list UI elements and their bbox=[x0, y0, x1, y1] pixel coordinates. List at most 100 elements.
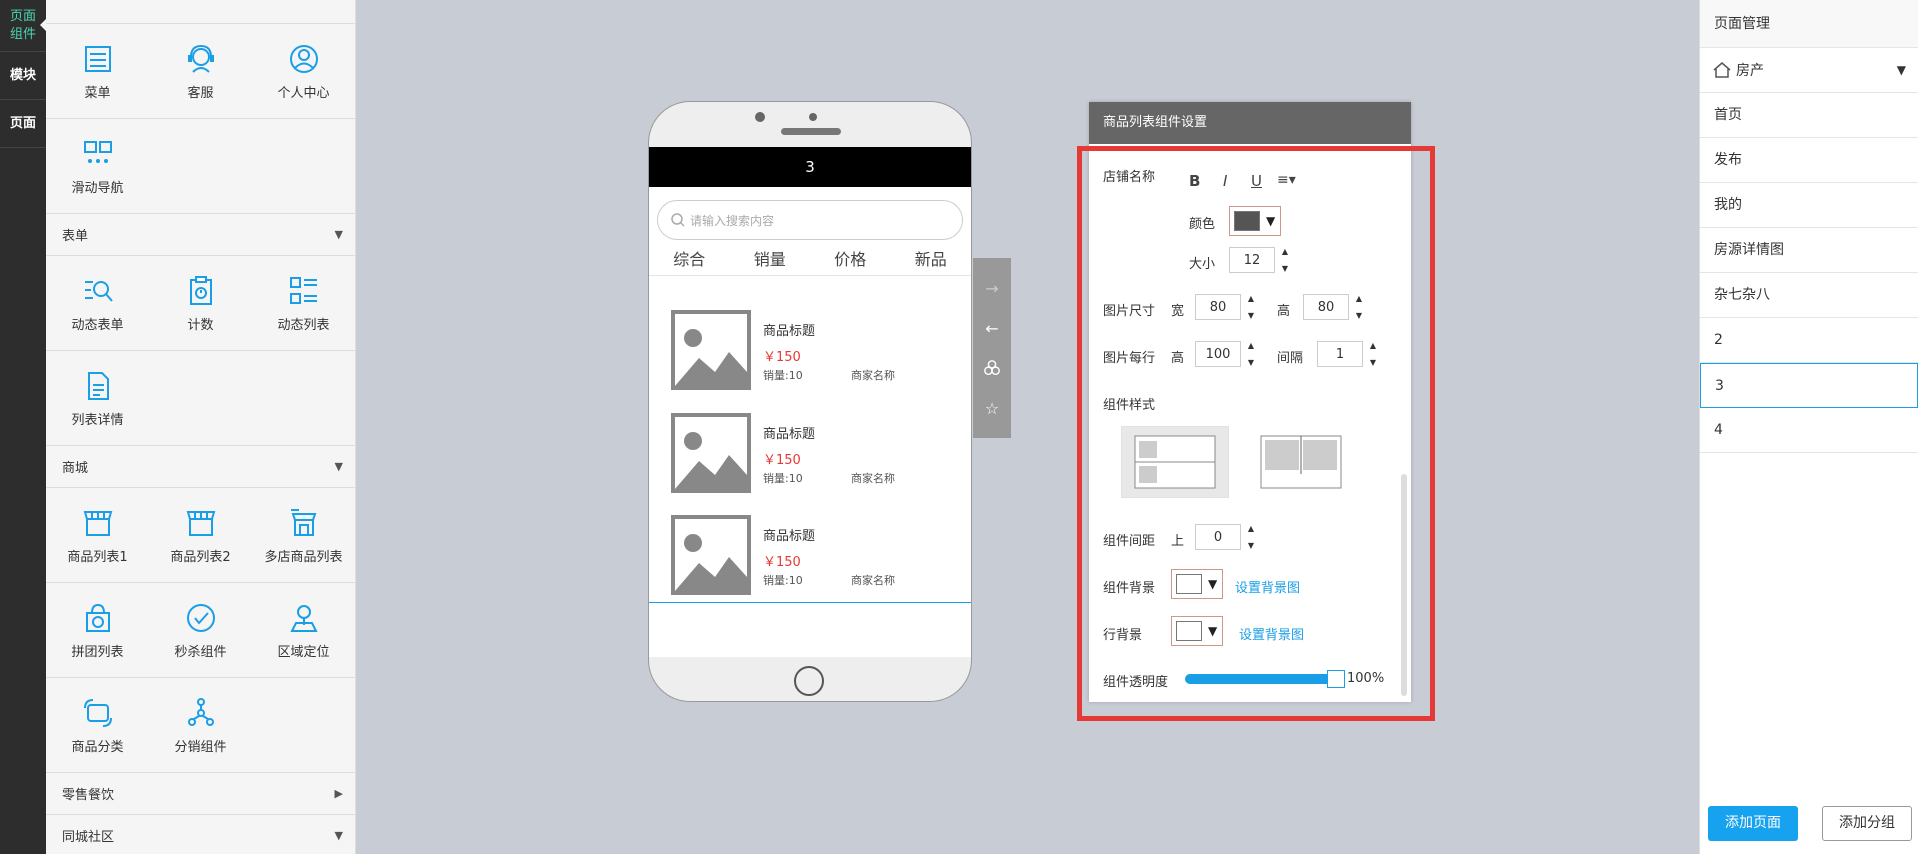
component-label: 动态列表 bbox=[277, 317, 330, 333]
add-page-button[interactable]: 添加页面 bbox=[1708, 806, 1798, 841]
component-multi-shop-list[interactable]: 多店商品列表 bbox=[252, 488, 355, 582]
rail-tab-modules[interactable]: 模块 bbox=[0, 52, 46, 100]
component-flash-sale[interactable]: 秒杀组件 bbox=[149, 583, 252, 677]
component-menu[interactable]: 菜单 bbox=[46, 24, 149, 118]
arrow-left-icon[interactable]: ← bbox=[981, 317, 1003, 339]
page-item[interactable]: 我的 bbox=[1700, 183, 1918, 228]
library-row: 拼团列表 秒杀组件 区域定位 bbox=[46, 583, 355, 678]
component-slide-nav[interactable]: 滑动导航 bbox=[46, 119, 149, 213]
location-icon bbox=[289, 604, 318, 632]
page-group-select[interactable]: 房产 ▼ bbox=[1700, 48, 1918, 93]
add-group-button[interactable]: 添加分组 bbox=[1822, 806, 1912, 841]
flash-sale-icon bbox=[186, 603, 215, 632]
multi-shop-icon bbox=[290, 508, 316, 536]
section-header-mall[interactable]: 商城 ▼ bbox=[46, 446, 355, 488]
page-item[interactable]: 杂七杂八 bbox=[1700, 273, 1918, 318]
component-distribution[interactable]: 分销组件 bbox=[149, 678, 252, 772]
category-icon bbox=[83, 698, 112, 727]
library-row: 商品列表1 商品列表2 多店商品列表 bbox=[46, 488, 355, 583]
arrow-right-icon[interactable]: → bbox=[981, 277, 1003, 299]
component-shop-list-1[interactable]: 商品列表1 bbox=[46, 488, 149, 582]
component-list-detail[interactable]: 列表详情 bbox=[46, 351, 149, 445]
section-header-catering[interactable]: 零售餐饮 ▶ bbox=[46, 773, 355, 815]
section-header-form[interactable]: 表单 ▼ bbox=[46, 214, 355, 256]
page-item-selected[interactable]: 3 bbox=[1700, 363, 1918, 408]
page-title: 3 bbox=[649, 147, 971, 187]
component-selection-line bbox=[649, 602, 971, 603]
component-library: 菜单 客服 个人中心 滑动导航 表单 ▼ 动态表单 计数 动态列表 列表详情 商… bbox=[46, 0, 356, 854]
phone-preview: 3 请输入搜索内容 综合 销量 价格 新品 商品标题 ￥150 销量:10 商家… bbox=[648, 101, 972, 702]
component-dynamic-list[interactable]: 动态列表 bbox=[252, 256, 355, 350]
page-item[interactable]: 房源详情图 bbox=[1700, 228, 1918, 273]
tab-sales[interactable]: 销量 bbox=[754, 246, 786, 270]
product-shop: 商家名称 bbox=[851, 574, 895, 587]
page-item[interactable]: 4 bbox=[1700, 408, 1918, 453]
phone-speaker bbox=[781, 128, 841, 135]
component-location[interactable]: 区域定位 bbox=[252, 583, 355, 677]
counter-icon bbox=[189, 275, 212, 305]
component-label: 拼团列表 bbox=[71, 644, 124, 660]
copy-components-icon[interactable] bbox=[981, 357, 1003, 379]
product-price: ￥150 bbox=[763, 555, 801, 570]
rail-tab-label-line2: 组件 bbox=[9, 27, 36, 42]
phone-screen: 3 请输入搜索内容 综合 销量 价格 新品 商品标题 ￥150 销量:10 商家… bbox=[649, 147, 971, 657]
component-label: 区域定位 bbox=[277, 644, 330, 660]
expand-right-icon: ▶ bbox=[334, 787, 343, 800]
tab-price[interactable]: 价格 bbox=[834, 246, 866, 270]
section-header-community[interactable]: 同城社区 ▼ bbox=[46, 815, 355, 854]
page-manager: 页面管理 房产 ▼ 首页 发布 我的 房源详情图 杂七杂八 2 3 4 添加页面… bbox=[1699, 0, 1918, 854]
library-top-cut-row bbox=[46, 0, 355, 24]
component-label: 分销组件 bbox=[174, 739, 227, 755]
rail-tab-page-components[interactable]: 页面 组件 bbox=[0, 0, 47, 52]
library-row: 列表详情 bbox=[46, 351, 355, 446]
page-group-value: 房产 bbox=[1736, 63, 1764, 79]
collapse-down-icon: ▼ bbox=[334, 460, 343, 473]
page-item[interactable]: 发布 bbox=[1700, 138, 1918, 183]
product-price: ￥150 bbox=[763, 350, 801, 365]
component-customer-service[interactable]: 客服 bbox=[149, 24, 252, 118]
collapse-down-icon: ▼ bbox=[334, 228, 343, 241]
search-icon bbox=[671, 213, 685, 227]
component-label: 菜单 bbox=[84, 85, 111, 101]
shop-list-icon bbox=[186, 510, 215, 536]
image-placeholder-icon bbox=[671, 310, 751, 390]
customer-service-icon bbox=[187, 44, 214, 73]
dynamic-form-icon bbox=[84, 280, 113, 302]
component-category[interactable]: 商品分类 bbox=[46, 678, 149, 772]
product-item[interactable]: 商品标题 ￥150 销量:10 商家名称 bbox=[671, 413, 961, 493]
settings-title: 商品列表组件设置 bbox=[1089, 102, 1411, 144]
product-sales: 销量:10 bbox=[763, 472, 803, 485]
page-item[interactable]: 首页 bbox=[1700, 93, 1918, 138]
product-shop: 商家名称 bbox=[851, 472, 895, 485]
component-user-center[interactable]: 个人中心 bbox=[252, 24, 355, 118]
section-title: 表单 bbox=[62, 229, 89, 244]
image-placeholder-icon bbox=[671, 515, 751, 595]
component-shop-list-2[interactable]: 商品列表2 bbox=[149, 488, 252, 582]
component-label: 商品列表1 bbox=[67, 549, 128, 565]
product-item[interactable]: 商品标题 ￥150 销量:10 商家名称 bbox=[671, 515, 961, 595]
distribution-icon bbox=[187, 697, 214, 726]
search-input[interactable]: 请输入搜索内容 bbox=[657, 200, 963, 240]
tab-new[interactable]: 新品 bbox=[915, 246, 947, 270]
library-row: 菜单 客服 个人中心 bbox=[46, 24, 355, 119]
phone-sensor bbox=[809, 113, 817, 121]
rail-tab-pages[interactable]: 页面 bbox=[0, 100, 46, 148]
component-counter[interactable]: 计数 bbox=[149, 256, 252, 350]
home-icon bbox=[1713, 62, 1731, 78]
section-title: 零售餐饮 bbox=[62, 788, 115, 803]
product-sales: 销量:10 bbox=[763, 574, 803, 587]
component-dynamic-form[interactable]: 动态表单 bbox=[46, 256, 149, 350]
component-label: 多店商品列表 bbox=[264, 549, 343, 565]
library-row: 商品分类 分销组件 bbox=[46, 678, 355, 773]
component-label: 滑动导航 bbox=[71, 180, 124, 196]
star-icon[interactable]: ☆ bbox=[981, 397, 1003, 419]
chevron-down-icon: ▼ bbox=[1896, 63, 1906, 77]
tab-overall[interactable]: 综合 bbox=[673, 246, 705, 270]
section-title: 商城 bbox=[62, 461, 89, 476]
component-label: 计数 bbox=[187, 317, 214, 333]
product-item[interactable]: 商品标题 ￥150 销量:10 商家名称 bbox=[671, 310, 961, 390]
page-item[interactable]: 2 bbox=[1700, 318, 1918, 363]
rail-tab-label-line1: 页面 bbox=[9, 9, 36, 24]
list-detail-icon bbox=[87, 371, 109, 400]
component-group-buy[interactable]: 拼团列表 bbox=[46, 583, 149, 677]
